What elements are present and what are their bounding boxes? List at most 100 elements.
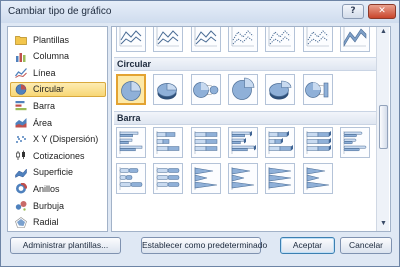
line-markers-stacked-thumbnail-icon: [268, 27, 292, 47]
chart-subtype-line-markers-stacked[interactable]: [265, 27, 296, 52]
sidebar-item-radar-chart[interactable]: Radial: [10, 215, 106, 230]
sidebar-item-label: Superficie: [33, 167, 74, 178]
line-chart-icon: [14, 67, 27, 79]
line-3d-thumbnail-icon: [343, 27, 367, 48]
chart-subtype-line-100[interactable]: [190, 27, 221, 52]
chart-subtype-bar-cone-clustered[interactable]: [190, 162, 221, 194]
bar-cylinder-100-thumbnail-icon: [156, 166, 180, 190]
chart-subtype-bar-of-pie[interactable]: [302, 74, 333, 105]
chart-category-list: Plantillas Columna Línea Circular Barra Área X…: [7, 26, 108, 232]
sidebar-item-label: Línea: [33, 67, 56, 78]
chart-subtype-line-stacked[interactable]: [153, 27, 184, 52]
sidebar-item-label: Barra: [33, 100, 56, 111]
pie-3d-thumbnail-icon: [157, 83, 178, 100]
chart-subtype-line[interactable]: [116, 27, 146, 52]
section-header: Circular: [114, 57, 376, 71]
column-chart-icon: [15, 51, 27, 62]
section-header: Barra: [114, 111, 376, 125]
chart-subtype-bar-pyramid-clustered[interactable]: [302, 162, 333, 194]
sidebar-item-bubble-chart[interactable]: Burbuja: [10, 198, 106, 213]
scatter-chart-icon: [15, 134, 27, 145]
sidebar-item-pie-chart[interactable]: Circular: [10, 81, 106, 97]
chart-subtype-bar-cylinder-clustered[interactable]: [339, 127, 370, 158]
bar-cylinder-stacked-thumbnail-icon: [119, 166, 143, 190]
sidebar-item-label: Circular: [33, 84, 65, 95]
help-button[interactable]: ?: [342, 4, 364, 19]
pie-exploded-3d-thumbnail-icon: [269, 80, 292, 100]
bar-3d-stacked-thumbnail-icon: [268, 131, 294, 154]
sidebar-item-label: Burbuja: [33, 200, 65, 211]
scrollbar-thumb[interactable]: [379, 105, 388, 149]
chart-subtype-pie-exploded[interactable]: [227, 74, 258, 105]
line-thumbnail-icon: [119, 27, 142, 47]
sidebar-item-stock-chart[interactable]: Cotizaciones: [10, 148, 106, 163]
chart-subtype-line-markers-100[interactable]: [302, 27, 333, 52]
chart-subtype-bar-cone-stacked[interactable]: [227, 162, 258, 194]
title-bar: Cambiar tipo de gráfico ? ✕: [1, 1, 399, 23]
line-100-thumbnail-icon: [194, 27, 217, 47]
chart-subtype-bar-100[interactable]: [190, 127, 221, 158]
bar-chart-icon: [15, 100, 27, 111]
change-chart-type-dialog: Cambiar tipo de gráfico ? ✕ Plantillas Co…: [0, 0, 400, 267]
chart-subtype-bar-3d-100[interactable]: [302, 127, 333, 158]
sidebar-item-bar-chart[interactable]: Barra: [10, 98, 106, 113]
dialog-title: Cambiar tipo de gráfico: [8, 6, 112, 17]
sidebar-item-label: Radial: [33, 217, 59, 228]
scroll-down-arrow-icon[interactable]: ▼: [379, 220, 388, 227]
chart-subtype-bar-cylinder-100[interactable]: [153, 162, 184, 194]
chart-subtype-pie-3d[interactable]: [153, 74, 184, 105]
sidebar-item-folder[interactable]: Plantillas: [10, 32, 106, 47]
line-markers-100-thumbnail-icon: [306, 27, 329, 47]
chart-subtype-pie-of-pie[interactable]: [190, 74, 221, 105]
bar-cone-clustered-thumbnail-icon: [194, 166, 217, 190]
bar-cylinder-clustered-thumbnail-icon: [343, 131, 367, 154]
sidebar-item-label: X Y (Dispersión): [33, 134, 99, 145]
chart-subtype-line-3d[interactable]: [339, 27, 370, 52]
sidebar-item-label: Cotizaciones: [33, 150, 85, 161]
chart-subtype-line-markers[interactable]: [227, 27, 258, 52]
sidebar-item-area-chart[interactable]: Área: [10, 115, 106, 130]
set-as-default-button[interactable]: Establecer como predeterminado: [141, 237, 267, 254]
bar-clustered-thumbnail-icon: [119, 131, 143, 154]
sidebar-item-label: Plantillas: [33, 34, 70, 45]
sidebar-item-surface-chart[interactable]: Superficie: [10, 165, 106, 180]
pie-exploded-thumbnail-icon: [232, 77, 255, 100]
pie-thumbnail-icon: [121, 81, 141, 101]
close-button[interactable]: ✕: [368, 4, 396, 19]
bar-cone-100-thumbnail-icon: [268, 166, 292, 190]
bar-of-pie-thumbnail-icon: [304, 82, 328, 98]
area-chart-icon: [15, 117, 27, 128]
cancel-button[interactable]: Cancelar: [340, 237, 392, 254]
manage-templates-button[interactable]: Administrar plantillas...: [10, 237, 121, 254]
doughnut-chart-icon: [15, 182, 28, 194]
chart-subtype-bar-cone-100[interactable]: [265, 162, 296, 194]
accept-button[interactable]: Aceptar: [280, 237, 335, 254]
gallery-scrollbar[interactable]: ▲ ▼: [376, 27, 389, 231]
chart-subtype-bar-3d-stacked[interactable]: [265, 127, 296, 158]
sidebar-item-line-chart[interactable]: Línea: [10, 65, 106, 80]
bar-100-thumbnail-icon: [194, 131, 217, 154]
bar-stacked-thumbnail-icon: [156, 131, 180, 154]
bar-cone-stacked-thumbnail-icon: [231, 166, 254, 190]
sidebar-item-doughnut-chart[interactable]: Anillos: [10, 181, 106, 196]
scroll-up-arrow-icon[interactable]: ▲: [379, 28, 388, 35]
stock-chart-icon: [15, 150, 27, 161]
chart-subtype-bar-clustered[interactable]: [116, 127, 146, 158]
bar-3d-clustered-thumbnail-icon: [231, 131, 256, 154]
sidebar-item-column-chart[interactable]: Columna: [10, 49, 106, 64]
chart-subtype-bar-stacked[interactable]: [153, 127, 184, 158]
chart-subtype-bar-3d-clustered[interactable]: [227, 127, 258, 158]
bar-pyramid-clustered-thumbnail-icon: [306, 166, 329, 190]
bubble-chart-icon: [15, 200, 27, 211]
surface-chart-icon: [15, 167, 27, 178]
line-stacked-thumbnail-icon: [156, 27, 180, 47]
bar-3d-100-thumbnail-icon: [306, 131, 331, 154]
sidebar-item-label: Columna: [33, 51, 70, 62]
chart-subtype-bar-cylinder-stacked[interactable]: [116, 162, 146, 194]
chart-subtype-pie[interactable]: [116, 74, 146, 105]
chart-subtype-gallery: Circular Barra: [111, 26, 391, 232]
pie-of-pie-thumbnail-icon: [192, 82, 218, 98]
chart-subtype-pie-exploded-3d[interactable]: [265, 74, 296, 105]
folder-icon: [15, 34, 27, 45]
sidebar-item-scatter-chart[interactable]: X Y (Dispersión): [10, 132, 106, 147]
